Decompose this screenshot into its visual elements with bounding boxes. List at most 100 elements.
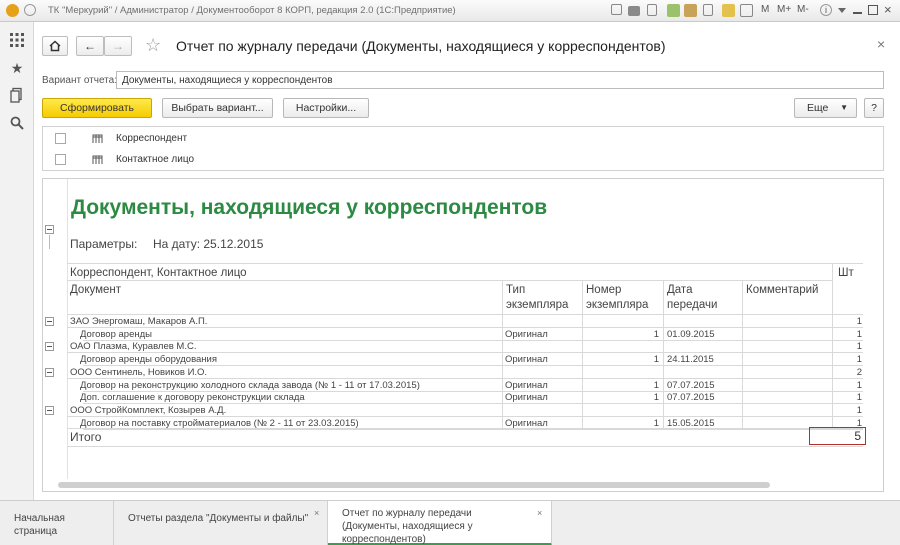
header-comment-col: Комментарий	[746, 284, 819, 296]
tab-label: Начальная страница	[14, 513, 65, 537]
total-value: 5	[854, 429, 861, 443]
home-icon[interactable]	[667, 4, 680, 17]
help-button[interactable]: ?	[864, 98, 884, 118]
window-title: ТК "Меркурий" / Администратор / Документ…	[48, 5, 456, 16]
app-logo-icon	[6, 4, 19, 17]
row-document: Доп. соглашение к договору реконструкции…	[80, 392, 305, 403]
row-document: ООО СтройКомплект, Козырев А.Д.	[70, 405, 227, 416]
tab-home[interactable]: Начальная страница	[0, 501, 114, 545]
print-icon[interactable]	[628, 6, 640, 16]
more-label: Еще	[807, 102, 829, 114]
arrow-right-icon: →	[112, 39, 124, 53]
total-label: Итого	[70, 430, 102, 444]
calculator-icon[interactable]	[740, 4, 753, 17]
form-title: Отчет по журналу передачи (Документы, на…	[176, 38, 666, 54]
collapse-toggle-icon[interactable]	[45, 342, 54, 351]
tab-label: Отчет по журналу передачи (Документы, на…	[342, 508, 473, 545]
memory-minus-button[interactable]: M-	[797, 4, 809, 15]
row-date: 24.11.2015	[667, 354, 714, 365]
header-mid-line	[67, 280, 833, 281]
dropdown-arrow-icon: ▼	[840, 103, 848, 112]
collapse-toggle-icon[interactable]	[45, 225, 54, 234]
history-icon[interactable]	[9, 87, 25, 103]
total-value-cell[interactable]: 5	[809, 427, 866, 445]
favorites-icon[interactable]	[722, 4, 735, 17]
header-group-col: Корреспондент, Контактное лицо	[70, 267, 247, 279]
grouping-icon	[92, 155, 103, 164]
report-group-row[interactable]: ООО Сентинель, Новиков И.О. 2	[43, 366, 883, 379]
collapse-toggle-icon[interactable]	[45, 317, 54, 326]
row-document: ЗАО Энергомаш, Макаров А.П.	[70, 316, 208, 327]
row-qty: 1	[856, 354, 862, 365]
row-type: Оригинал	[505, 354, 548, 365]
home-button[interactable]	[42, 36, 68, 56]
report-group-row[interactable]: ЗАО Энергомаш, Макаров А.П. 1	[43, 315, 883, 328]
document-icon[interactable]	[647, 4, 657, 16]
tab-label: Отчеты раздела "Документы и файлы"	[128, 513, 309, 524]
grouping-checkbox[interactable]	[55, 133, 66, 144]
params-label: Параметры:	[70, 237, 138, 251]
tab-current-report[interactable]: Отчет по журналу передачи (Документы, на…	[328, 501, 552, 545]
grouping-checkbox[interactable]	[55, 154, 66, 165]
collapse-toggle-icon[interactable]	[45, 368, 54, 377]
row-document: Договор аренды оборудования	[80, 354, 217, 365]
star-folder-icon[interactable]	[684, 4, 697, 17]
report-document[interactable]: Документы, находящиеся у корреспондентов…	[42, 178, 884, 492]
row-type: Оригинал	[505, 392, 548, 403]
report-group-row[interactable]: ОАО Плазма, Куравлев М.С. 1	[43, 340, 883, 353]
row-number: 1	[653, 329, 659, 340]
close-tab-icon[interactable]: ×	[537, 507, 542, 520]
minimize-icon[interactable]	[853, 12, 862, 14]
row-number: 1	[653, 354, 659, 365]
row-qty: 1	[856, 341, 862, 352]
grouping-row: Контактное лицо	[43, 149, 883, 171]
collapse-toggle-icon[interactable]	[45, 406, 54, 415]
memory-button[interactable]: M	[761, 4, 769, 15]
close-tab-icon[interactable]: ×	[314, 507, 319, 520]
maximize-icon[interactable]	[868, 5, 878, 15]
search-icon[interactable]	[9, 115, 25, 131]
variant-label: Вариант отчета:	[42, 75, 117, 86]
total-top-line	[67, 428, 863, 429]
row-type: Оригинал	[505, 329, 548, 340]
report-group-row[interactable]: ООО СтройКомплект, Козырев А.Д. 1	[43, 404, 883, 417]
info-icon[interactable]: i	[820, 4, 832, 16]
row-qty: 1	[856, 392, 862, 403]
report-detail-row[interactable]: Договор аренды оборудования Оригинал 24.11…	[43, 353, 883, 366]
close-window-icon[interactable]: ×	[884, 2, 897, 17]
favorite-star-icon[interactable]: ☆	[145, 35, 161, 56]
star-icon[interactable]: ★	[9, 60, 25, 76]
sections-panel: ★	[0, 22, 34, 500]
back-button[interactable]: ←	[76, 36, 104, 56]
row-qty: 1	[856, 405, 862, 416]
tab-reports[interactable]: Отчеты раздела "Документы и файлы" ×	[114, 501, 328, 545]
horizontal-scrollbar[interactable]	[58, 482, 770, 488]
open-windows-bar: Начальная страница Отчеты раздела "Докум…	[0, 500, 900, 545]
header-num-col: Номер экземпляра	[586, 284, 649, 311]
row-divider	[83, 429, 863, 430]
close-form-button[interactable]: ×	[877, 36, 885, 52]
header-doc-col: Документ	[70, 284, 122, 296]
main-menu-icon[interactable]	[24, 4, 36, 16]
memory-plus-button[interactable]: M+	[777, 4, 791, 15]
choose-variant-button[interactable]: Выбрать вариант...	[162, 98, 273, 118]
apps-grid-icon[interactable]	[9, 32, 25, 48]
generate-button[interactable]: Сформировать	[42, 98, 152, 118]
report-detail-row[interactable]: Доп. соглашение к договору реконструкции…	[43, 391, 883, 404]
copy-icon[interactable]	[611, 4, 622, 15]
groupings-panel: Корреспондент Контактное лицо	[42, 126, 884, 171]
attachment-icon[interactable]	[703, 4, 713, 16]
header-type-col: Тип экземпляра	[506, 284, 569, 311]
row-document: Договор аренды	[80, 329, 152, 340]
tree-line	[49, 235, 50, 249]
row-number: 1	[653, 380, 659, 391]
variant-field[interactable]: Документы, находящиеся у корреспондентов	[116, 71, 884, 89]
forward-button[interactable]: →	[104, 36, 132, 56]
chevron-down-icon[interactable]	[838, 8, 846, 14]
grouping-row: Корреспондент	[43, 128, 883, 150]
row-qty: 1	[856, 316, 862, 327]
row-number: 1	[653, 392, 659, 403]
settings-button[interactable]: Настройки...	[283, 98, 369, 118]
more-button[interactable]: Еще ▼	[794, 98, 857, 118]
row-date: 07.07.2015	[667, 392, 715, 403]
